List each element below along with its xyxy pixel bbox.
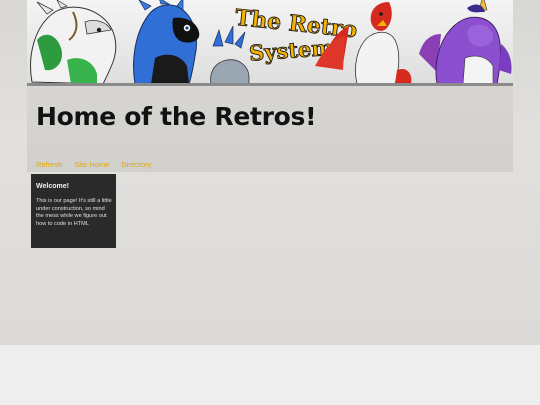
nav-link-directory[interactable]: Directory bbox=[121, 160, 151, 169]
purple-dragon-character bbox=[419, 0, 512, 84]
nav-bar: Refresh Site Home Directory bbox=[36, 160, 151, 169]
blue-dragon-character bbox=[133, 0, 200, 84]
gray-creature-character bbox=[210, 25, 250, 84]
welcome-heading: Welcome! bbox=[36, 183, 69, 190]
welcome-panel: Welcome! This is our page! It's still a … bbox=[31, 174, 116, 248]
nav-link-refresh[interactable]: Refresh bbox=[36, 160, 62, 169]
welcome-text: This is our page! It's still a little un… bbox=[36, 198, 112, 227]
page-title: Home of the Retros! bbox=[36, 102, 317, 131]
white-dragon-character bbox=[30, 0, 117, 84]
nav-link-site-home[interactable]: Site Home bbox=[74, 160, 109, 169]
page-footer-area bbox=[0, 345, 540, 405]
banner-artwork: The Retro System! bbox=[30, 0, 512, 84]
site-banner: The Retro System! bbox=[27, 0, 513, 84]
